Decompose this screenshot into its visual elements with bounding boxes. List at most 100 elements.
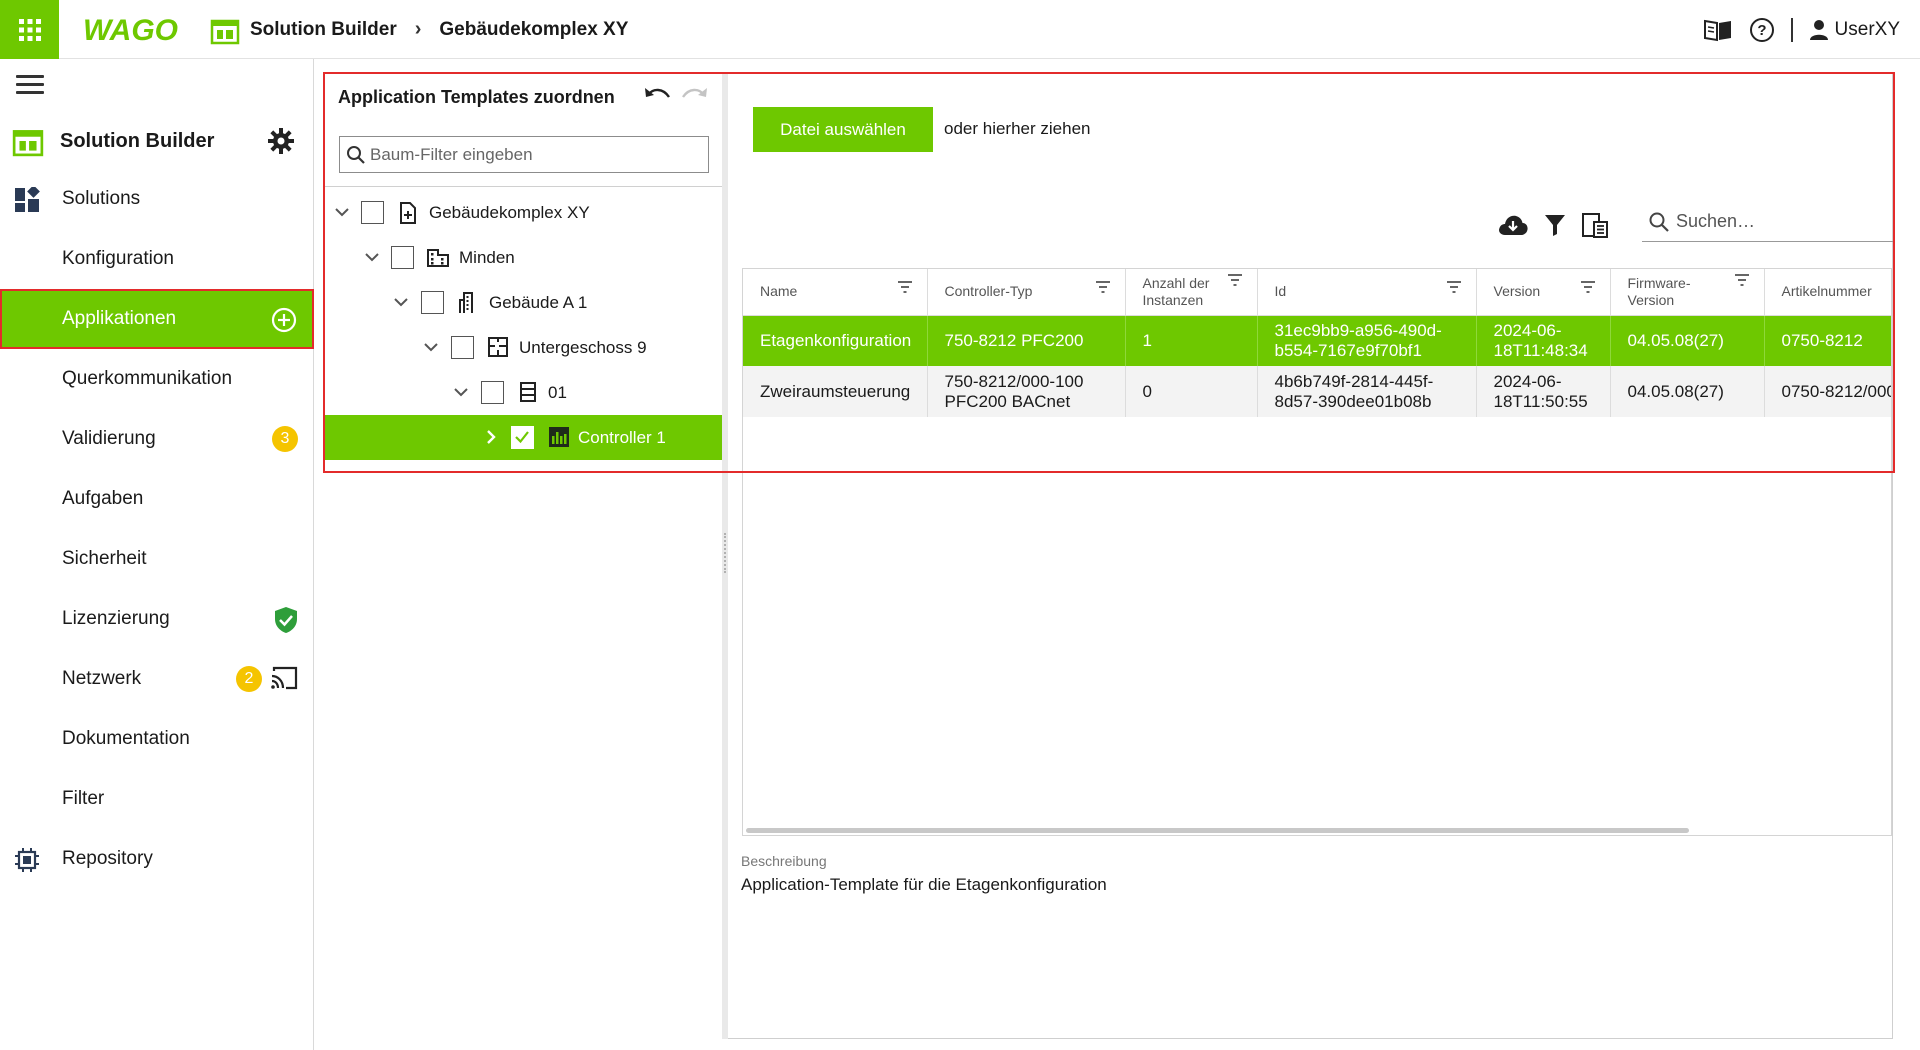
sidebar-item-querkommunikation[interactable]: Querkommunikation bbox=[0, 349, 314, 409]
shield-check-icon bbox=[275, 607, 297, 633]
filter-icon[interactable] bbox=[1544, 214, 1566, 236]
search-field[interactable] bbox=[1642, 202, 1893, 242]
menu-toggle-button[interactable] bbox=[16, 75, 44, 99]
tree-node-label: Minden bbox=[459, 248, 515, 267]
column-header-controller-type[interactable]: Controller-Typ bbox=[927, 269, 1126, 316]
sidebar-item-label: Lizenzierung bbox=[62, 608, 170, 629]
validation-count-badge: 3 bbox=[272, 426, 298, 452]
chevron-down-icon[interactable] bbox=[393, 294, 409, 310]
chevron-down-icon[interactable] bbox=[334, 204, 350, 220]
column-title: Version bbox=[1493, 283, 1541, 300]
column-title: Id bbox=[1274, 283, 1287, 300]
location-tree: Gebäudekomplex XY Minden Gebäude A 1 Unt… bbox=[325, 190, 722, 460]
manual-book-icon[interactable] bbox=[1703, 18, 1733, 42]
column-filter-icon[interactable] bbox=[1095, 280, 1111, 294]
column-header-firmware[interactable]: Firmware-Version bbox=[1610, 269, 1765, 316]
user-menu[interactable]: UserXY bbox=[1809, 19, 1900, 41]
column-title: Name bbox=[760, 283, 798, 300]
cell-id: 31ec9bb9-a956-490d-b554-7167e9f70bf1 bbox=[1257, 315, 1477, 366]
sidebar-item-filter[interactable]: Filter bbox=[0, 769, 314, 829]
chevron-down-icon[interactable] bbox=[453, 384, 469, 400]
sidebar-item-sicherheit[interactable]: Sicherheit bbox=[0, 529, 314, 589]
cell-article-number: 0750-8212 bbox=[1764, 315, 1891, 366]
floorplan-icon bbox=[488, 337, 508, 357]
undo-icon[interactable] bbox=[643, 85, 671, 105]
header-actions: ? UserXY bbox=[1703, 0, 1900, 59]
column-filter-icon[interactable] bbox=[1734, 273, 1750, 287]
cell-controller-type: 750-8212/000-100 PFC200 BACnet bbox=[927, 366, 1126, 417]
tree-node-01[interactable]: 01 bbox=[325, 370, 722, 415]
cell-firmware: 04.05.08(27) bbox=[1610, 366, 1765, 417]
cloud-download-icon[interactable] bbox=[1498, 214, 1528, 236]
sidebar-item-label: Konfiguration bbox=[62, 248, 174, 269]
tree-node-controller-1[interactable]: Controller 1 bbox=[325, 415, 722, 460]
sidebar-item-validierung[interactable]: Validierung 3 bbox=[0, 409, 314, 469]
tree-node-gebaeudekomplex[interactable]: Gebäudekomplex XY bbox=[325, 190, 722, 235]
apps-grid-icon bbox=[18, 18, 41, 41]
wago-logo[interactable]: WAGO bbox=[83, 11, 189, 47]
column-filter-icon[interactable] bbox=[1227, 273, 1243, 287]
column-header-id[interactable]: Id bbox=[1257, 269, 1477, 316]
table-row[interactable]: Zweiraumsteuerung 750-8212/000-100 PFC200… bbox=[743, 366, 1891, 417]
sidebar-item-lizenzierung[interactable]: Lizenzierung bbox=[0, 589, 314, 649]
chevron-down-icon[interactable] bbox=[364, 249, 380, 265]
horizontal-scrollbar[interactable] bbox=[746, 828, 1689, 833]
tree-node-checkbox[interactable] bbox=[451, 336, 474, 359]
chevron-right-icon[interactable] bbox=[483, 429, 499, 445]
table-header-row: Name Controller-Typ Anzahl der Instanzen… bbox=[743, 269, 1891, 316]
sidebar-item-solutions[interactable]: Solutions bbox=[0, 169, 314, 229]
tree-filter-field[interactable] bbox=[339, 136, 709, 173]
tree-node-checkbox[interactable] bbox=[361, 201, 384, 224]
column-header-version[interactable]: Version bbox=[1476, 269, 1611, 316]
add-circle-icon[interactable] bbox=[270, 306, 298, 334]
svg-text:WAGO: WAGO bbox=[83, 14, 178, 44]
column-filter-icon[interactable] bbox=[1446, 280, 1462, 294]
drop-hint: oder hierher ziehen bbox=[944, 119, 1091, 138]
sidebar-title: Solution Builder bbox=[60, 129, 215, 152]
column-title: Artikelnummer bbox=[1781, 283, 1872, 300]
column-header-article-number[interactable]: Artikelnummer bbox=[1764, 269, 1891, 316]
tree-filter-input[interactable] bbox=[370, 144, 700, 165]
solution-builder-icon bbox=[12, 130, 44, 157]
tree-node-checkbox[interactable] bbox=[391, 246, 414, 269]
breadcrumb: Solution Builder › Gebäudekomplex XY bbox=[210, 0, 628, 59]
tree-node-minden[interactable]: Minden bbox=[325, 235, 722, 280]
cast-icon bbox=[271, 666, 298, 690]
column-filter-icon[interactable] bbox=[1580, 280, 1596, 294]
tree-node-untergeschoss-9[interactable]: Untergeschoss 9 bbox=[325, 325, 722, 370]
sidebar-item-dokumentation[interactable]: Dokumentation bbox=[0, 709, 314, 769]
redo-icon[interactable] bbox=[681, 85, 709, 105]
tree-node-checkbox-checked[interactable] bbox=[511, 426, 534, 449]
sidebar-item-konfiguration[interactable]: Konfiguration bbox=[0, 229, 314, 289]
column-chooser-icon[interactable] bbox=[1582, 212, 1608, 238]
breadcrumb-current[interactable]: Gebäudekomplex XY bbox=[439, 19, 628, 41]
cell-article-number: 0750-8212/000 bbox=[1764, 366, 1891, 417]
tree-node-checkbox[interactable] bbox=[481, 381, 504, 404]
gear-icon[interactable] bbox=[268, 128, 294, 154]
column-header-name[interactable]: Name bbox=[743, 269, 928, 316]
table-row-selected[interactable]: Etagenkonfiguration 750-8212 PFC200 1 31… bbox=[743, 315, 1891, 366]
tree-node-checkbox[interactable] bbox=[421, 291, 444, 314]
apps-grid-button[interactable] bbox=[0, 0, 59, 59]
sidebar-item-label: Solutions bbox=[62, 188, 141, 209]
sidebar-item-netzwerk[interactable]: Netzwerk 2 bbox=[0, 649, 314, 709]
search-icon bbox=[347, 145, 365, 164]
column-title: Controller-Typ bbox=[944, 283, 1033, 300]
cell-controller-type: 750-8212 PFC200 bbox=[927, 315, 1126, 366]
sidebar-item-repository[interactable]: Repository bbox=[0, 829, 314, 889]
column-header-instances[interactable]: Anzahl der Instanzen bbox=[1125, 269, 1258, 316]
templates-table: Name Controller-Typ Anzahl der Instanzen… bbox=[743, 269, 1891, 417]
chevron-down-icon[interactable] bbox=[423, 339, 439, 355]
sidebar-item-applikationen[interactable]: Applikationen bbox=[0, 289, 314, 349]
building-icon bbox=[459, 292, 473, 313]
column-filter-icon[interactable] bbox=[897, 280, 913, 294]
breadcrumb-solution-builder[interactable]: Solution Builder bbox=[250, 19, 397, 41]
search-input[interactable] bbox=[1676, 211, 1886, 232]
tree-node-gebaeude-a1[interactable]: Gebäude A 1 bbox=[325, 280, 722, 325]
sidebar-header: Solution Builder bbox=[12, 122, 302, 160]
floor-icon bbox=[520, 382, 536, 402]
sidebar-item-aufgaben[interactable]: Aufgaben bbox=[0, 469, 314, 529]
help-icon[interactable]: ? bbox=[1749, 17, 1775, 43]
description-text: Application-Template für die Etagenkonfi… bbox=[741, 875, 1107, 894]
select-file-button[interactable]: Datei auswählen bbox=[753, 107, 933, 152]
